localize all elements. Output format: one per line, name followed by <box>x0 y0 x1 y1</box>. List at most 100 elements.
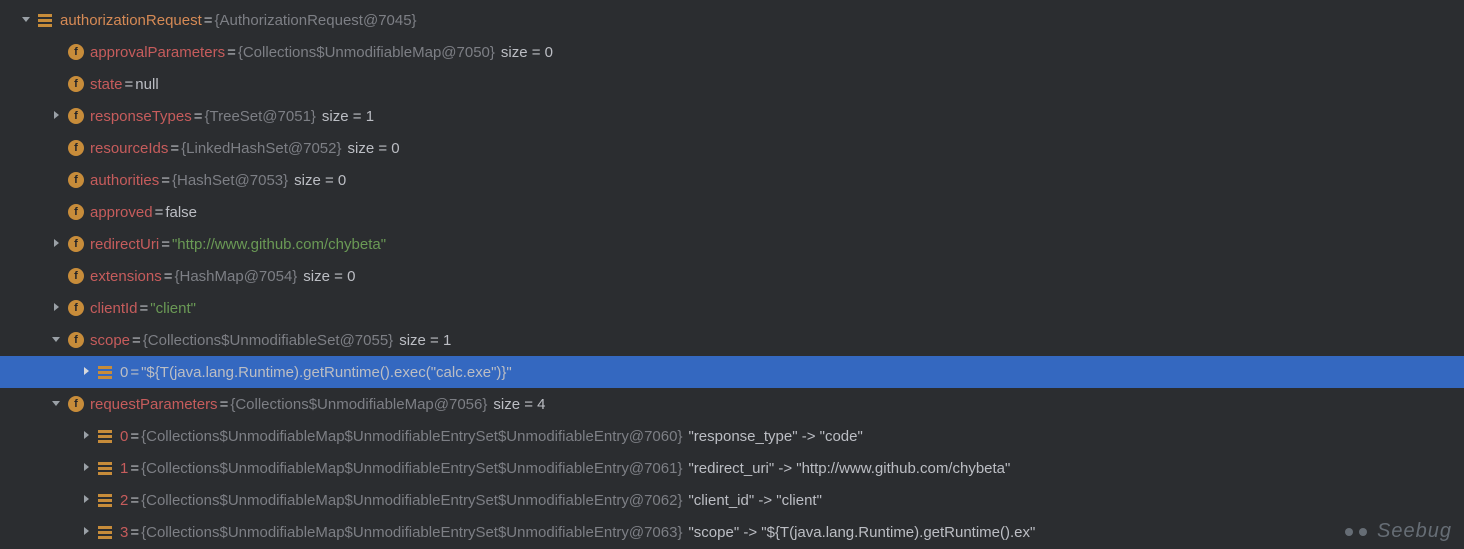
field-icon: f <box>68 44 84 60</box>
variable-value: null <box>135 76 158 93</box>
entry-index: 0 <box>120 428 128 445</box>
variable-name: clientId <box>90 300 138 317</box>
field-icon: f <box>68 332 84 348</box>
entry-index: 1 <box>120 460 128 477</box>
field-icon: f <box>68 204 84 220</box>
expand-arrow-icon[interactable] <box>78 525 94 539</box>
field-icon: f <box>68 172 84 188</box>
equals-sign: = <box>128 492 141 509</box>
tree-row-root[interactable]: authorizationRequest = {AuthorizationReq… <box>0 4 1464 36</box>
tree-row-scope-entry[interactable]: 0 = "${T(java.lang.Runtime).getRuntime()… <box>0 356 1464 388</box>
equals-sign: = <box>218 396 231 413</box>
equals-sign: = <box>162 268 175 285</box>
entry-value: "response_type" -> "code" <box>682 428 862 445</box>
tree-row-state[interactable]: fstate = null <box>0 68 1464 100</box>
tree-row-rp-entry[interactable]: 2 = {Collections$UnmodifiableMap$Unmodif… <box>0 484 1464 516</box>
tree-row-clientId[interactable]: f clientId = "client" <box>0 292 1464 324</box>
tree-row-approved[interactable]: f approved = false <box>0 196 1464 228</box>
expand-arrow-icon[interactable] <box>48 333 64 347</box>
variable-type: {AuthorizationRequest@7045} <box>215 12 417 29</box>
equals-sign: = <box>225 44 238 61</box>
field-icon: f <box>68 140 84 156</box>
tree-row-resourceIds[interactable]: fresourceIds = {LinkedHashSet@7052}size … <box>0 132 1464 164</box>
variable-size: size = 1 <box>316 108 374 125</box>
field-icon: f <box>68 300 84 316</box>
variable-name: redirectUri <box>90 236 159 253</box>
expand-arrow-icon[interactable] <box>18 13 34 27</box>
entry-type: {Collections$UnmodifiableMap$Unmodifiabl… <box>141 492 682 509</box>
expand-arrow-icon[interactable] <box>78 365 94 379</box>
equals-sign: = <box>128 460 141 477</box>
variable-size: size = 4 <box>487 396 545 413</box>
variable-name: authorities <box>90 172 159 189</box>
entry-type: {Collections$UnmodifiableMap$Unmodifiabl… <box>141 460 682 477</box>
object-icon <box>98 364 114 380</box>
variable-type: {Collections$UnmodifiableMap@7050} <box>238 44 495 61</box>
variable-size: size = 1 <box>393 332 451 349</box>
variable-name: responseTypes <box>90 108 192 125</box>
expand-arrow-icon[interactable] <box>78 429 94 443</box>
object-icon <box>98 524 114 540</box>
tree-row-requestParameters[interactable]: f requestParameters = {Collections$Unmod… <box>0 388 1464 420</box>
entry-type: {Collections$UnmodifiableMap$Unmodifiabl… <box>141 524 682 541</box>
debugger-variable-tree[interactable]: authorizationRequest = {AuthorizationReq… <box>0 0 1464 548</box>
equals-sign: = <box>128 524 141 541</box>
variable-name: state <box>90 76 123 93</box>
object-icon <box>98 428 114 444</box>
object-icon <box>38 12 54 28</box>
tree-row-approvalParameters[interactable]: f approvalParameters = {Collections$Unmod… <box>0 36 1464 68</box>
variable-name: authorizationRequest <box>60 12 202 29</box>
variable-type: {HashSet@7053} <box>172 172 288 189</box>
variable-size: size = 0 <box>495 44 553 61</box>
expand-arrow-icon[interactable] <box>48 237 64 251</box>
equals-sign: = <box>123 76 136 93</box>
tree-row-rp-entry[interactable]: 1 = {Collections$UnmodifiableMap$Unmodif… <box>0 452 1464 484</box>
expand-arrow-icon[interactable] <box>78 461 94 475</box>
variable-size: size = 0 <box>297 268 355 285</box>
variable-type: {TreeSet@7051} <box>205 108 316 125</box>
variable-type: {Collections$UnmodifiableMap@7056} <box>230 396 487 413</box>
expand-arrow-icon[interactable] <box>48 397 64 411</box>
tree-row-scope[interactable]: fscope = {Collections$UnmodifiableSet@70… <box>0 324 1464 356</box>
tree-row-responseTypes[interactable]: f responseTypes = {TreeSet@7051}size = 1 <box>0 100 1464 132</box>
equals-sign: = <box>128 364 141 381</box>
field-icon: f <box>68 236 84 252</box>
variable-size: size = 0 <box>288 172 346 189</box>
field-icon: f <box>68 268 84 284</box>
variable-size: size = 0 <box>342 140 400 157</box>
tree-row-rp-entry[interactable]: 3 = {Collections$UnmodifiableMap$Unmodif… <box>0 516 1464 548</box>
tree-row-redirectUri[interactable]: fredirectUri = "http://www.github.com/ch… <box>0 228 1464 260</box>
expand-arrow-icon[interactable] <box>48 109 64 123</box>
variable-name: requestParameters <box>90 396 218 413</box>
equals-sign: = <box>202 12 215 29</box>
tree-row-extensions[interactable]: fextensions = {HashMap@7054}size = 0 <box>0 260 1464 292</box>
field-icon: f <box>68 396 84 412</box>
variable-value: false <box>165 204 197 221</box>
variable-name: scope <box>90 332 130 349</box>
field-icon: f <box>68 108 84 124</box>
entry-value: "${T(java.lang.Runtime).getRuntime().exe… <box>141 364 512 381</box>
object-icon <box>98 460 114 476</box>
tree-row-rp-entry[interactable]: 0 = {Collections$UnmodifiableMap$Unmodif… <box>0 420 1464 452</box>
variable-value: "client" <box>150 300 196 317</box>
variable-type: {LinkedHashSet@7052} <box>181 140 341 157</box>
entry-value: "scope" -> "${T(java.lang.Runtime).getRu… <box>682 524 1035 541</box>
variable-name: approved <box>90 204 153 221</box>
variable-type: {Collections$UnmodifiableSet@7055} <box>143 332 393 349</box>
entry-index: 0 <box>120 364 128 381</box>
entry-value: "redirect_uri" -> "http://www.github.com… <box>682 460 1010 477</box>
expand-arrow-icon[interactable] <box>48 301 64 315</box>
tree-row-authorities[interactable]: f authorities = {HashSet@7053}size = 0 <box>0 164 1464 196</box>
equals-sign: = <box>138 300 151 317</box>
field-icon: f <box>68 76 84 92</box>
equals-sign: = <box>192 108 205 125</box>
equals-sign: = <box>153 204 166 221</box>
variable-type: {HashMap@7054} <box>174 268 297 285</box>
object-icon <box>98 492 114 508</box>
equals-sign: = <box>159 236 172 253</box>
equals-sign: = <box>159 172 172 189</box>
expand-arrow-icon[interactable] <box>78 493 94 507</box>
equals-sign: = <box>130 332 143 349</box>
equals-sign: = <box>128 428 141 445</box>
variable-name: approvalParameters <box>90 44 225 61</box>
